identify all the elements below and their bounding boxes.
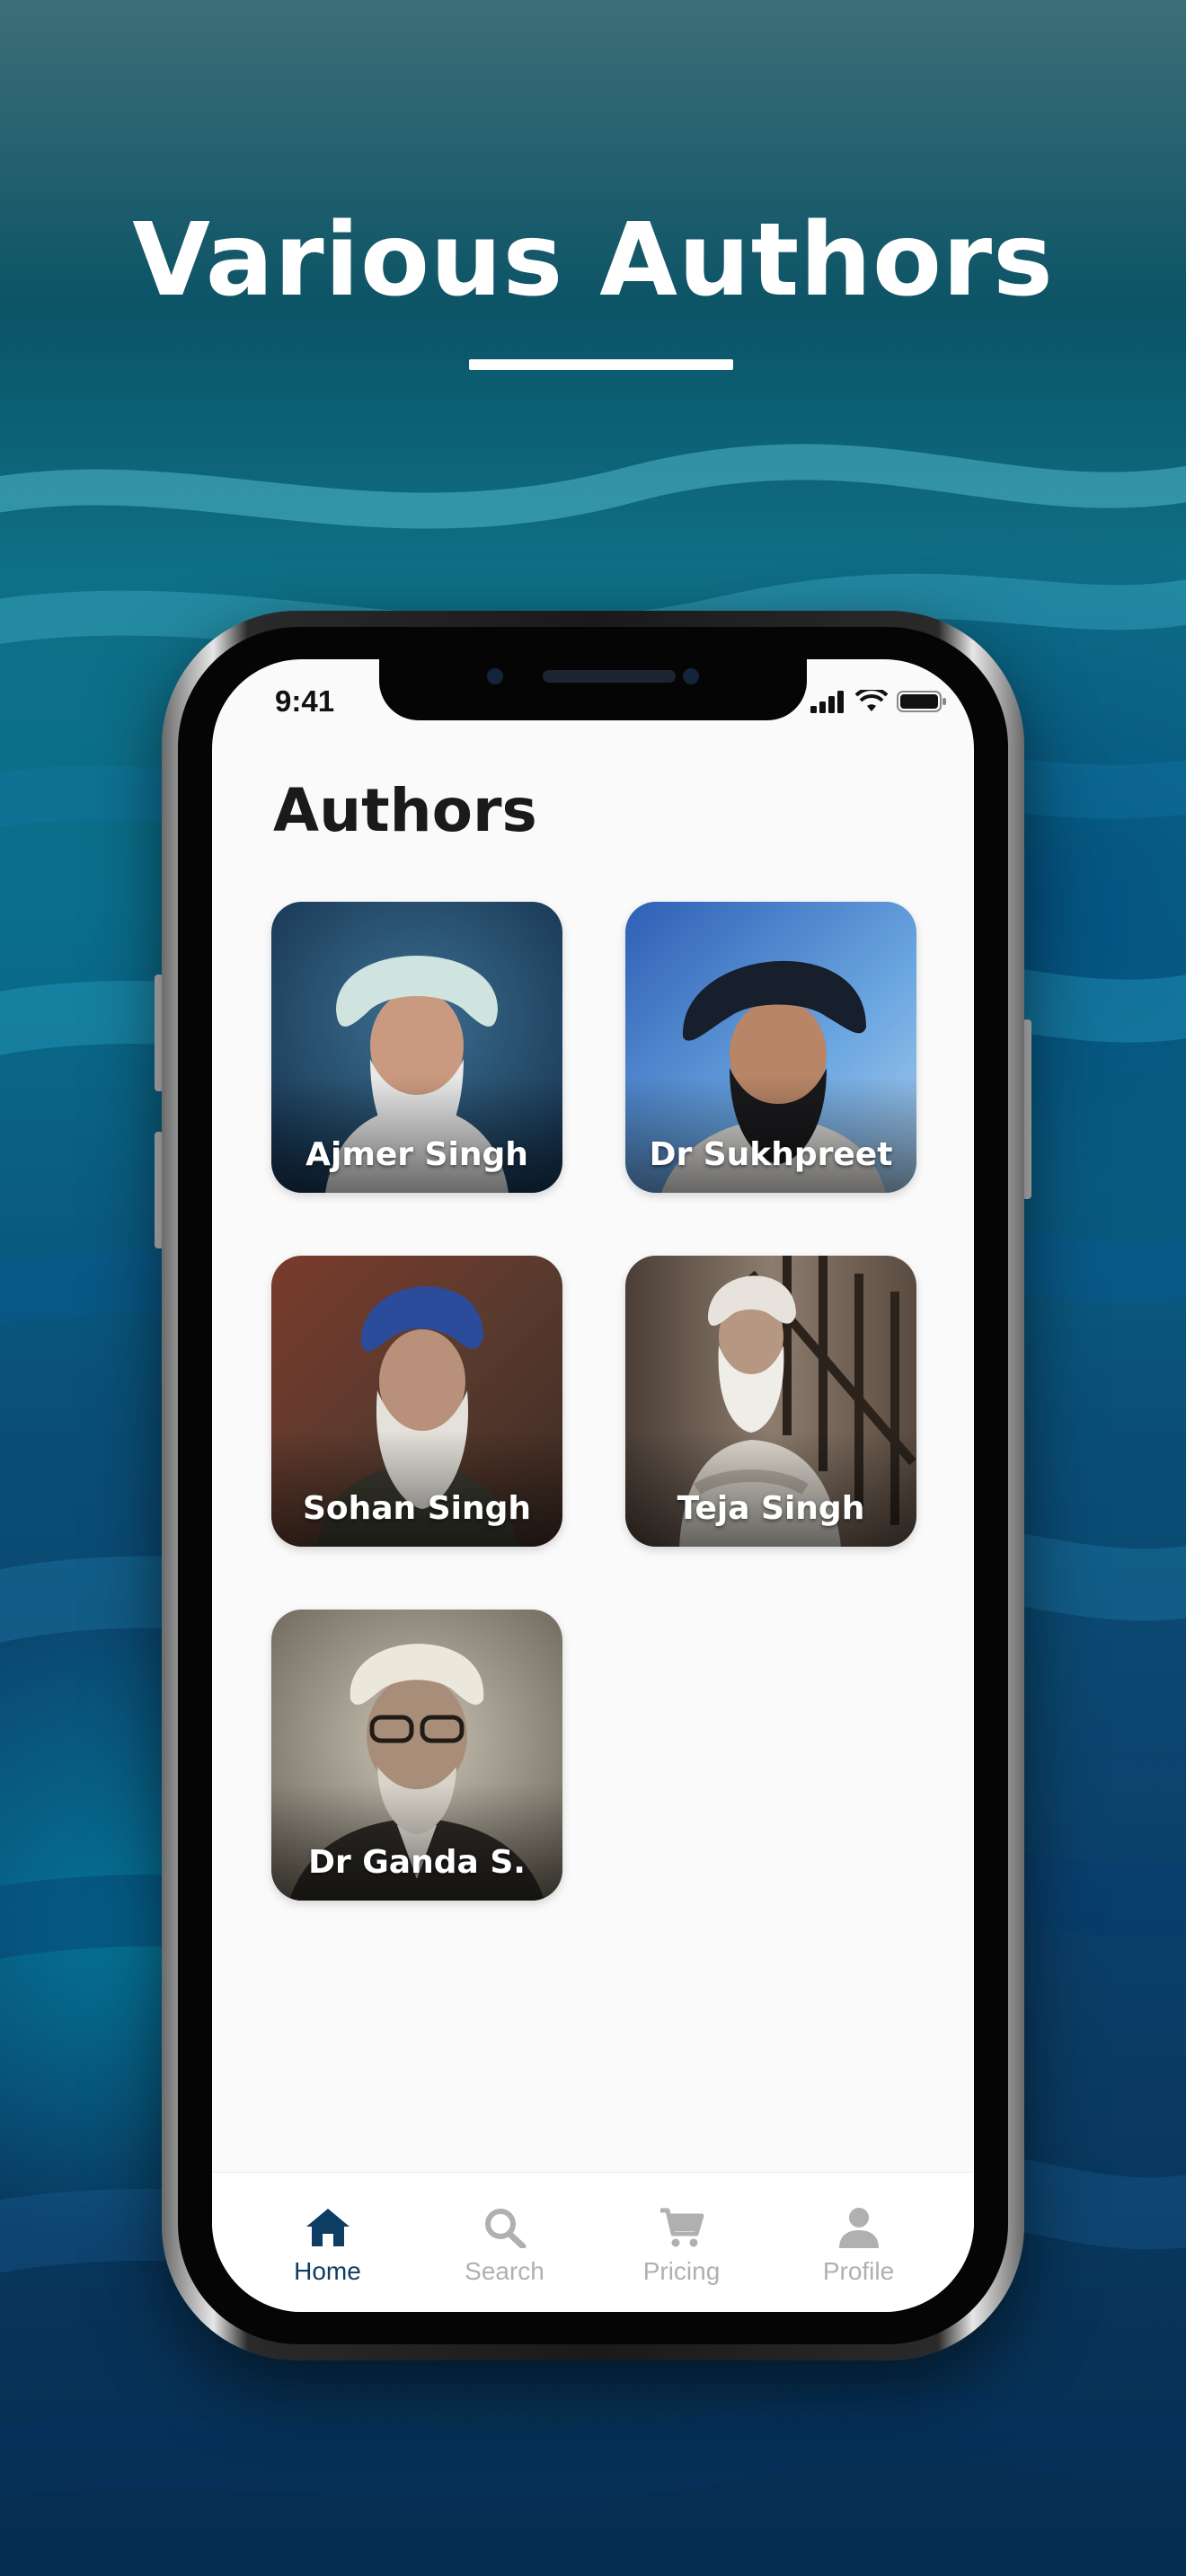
phone-screen: 9:41 Authors Ajmer Singh Dr Sukhpreet So… xyxy=(212,659,974,2312)
author-name: Dr Ganda S. xyxy=(308,1844,526,1881)
tab-profile[interactable]: Profile xyxy=(787,2173,931,2312)
wifi-icon xyxy=(855,690,888,711)
notch xyxy=(379,659,807,720)
author-name: Sohan Singh xyxy=(302,1490,532,1527)
front-camera-icon xyxy=(487,668,503,684)
author-name: Ajmer Singh xyxy=(305,1136,528,1173)
author-card-sohan-singh[interactable]: Sohan Singh xyxy=(271,1256,562,1547)
cart-icon xyxy=(659,2208,704,2247)
battery-icon xyxy=(897,691,946,712)
promo-headline: Various Authors xyxy=(132,202,1054,319)
person-icon xyxy=(838,2208,879,2248)
home-icon xyxy=(305,2209,350,2246)
card-shade xyxy=(271,1784,562,1901)
tab-label: Pricing xyxy=(642,2257,721,2285)
card-shade xyxy=(271,1430,562,1547)
status-icons xyxy=(810,690,947,713)
author-name: Teja Singh xyxy=(677,1490,865,1527)
tab-pricing[interactable]: Pricing xyxy=(610,2173,754,2312)
page-title: Authors xyxy=(273,776,537,845)
bottom-tab-bar: Home Search Pricing Profile xyxy=(212,2172,974,2312)
tab-label: Home xyxy=(294,2257,361,2285)
author-card-dr-sukhpreet[interactable]: Dr Sukhpreet xyxy=(625,902,916,1193)
author-card-teja-singh[interactable]: Teja Singh xyxy=(625,1256,916,1547)
status-time: 9:41 xyxy=(275,684,335,718)
author-card-ajmer-singh[interactable]: Ajmer Singh xyxy=(271,902,562,1193)
card-shade xyxy=(625,1076,916,1193)
card-shade xyxy=(271,1076,562,1193)
author-card-dr-ganda-s[interactable]: Dr Ganda S. xyxy=(271,1610,562,1901)
tab-search[interactable]: Search xyxy=(433,2173,577,2312)
tab-home[interactable]: Home xyxy=(256,2173,400,2312)
search-icon xyxy=(484,2209,526,2248)
headline-underline xyxy=(469,359,733,370)
card-shade xyxy=(625,1430,916,1547)
tab-label: Profile xyxy=(822,2257,895,2285)
author-name: Dr Sukhpreet xyxy=(649,1136,893,1173)
speaker-grille xyxy=(543,670,676,683)
face-sensor-icon xyxy=(683,668,699,684)
signal-icon xyxy=(810,691,844,713)
tab-label: Search xyxy=(465,2257,544,2285)
